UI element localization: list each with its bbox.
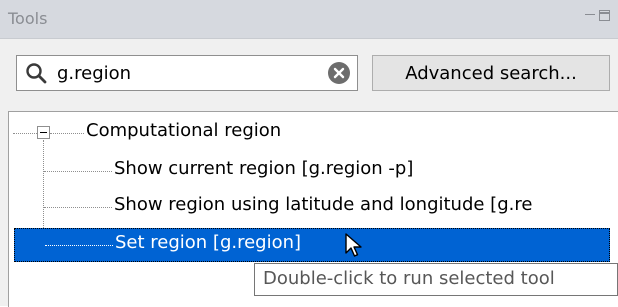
tools-panel: Tools Advanced search... [0,0,618,307]
tree-connector [50,133,84,134]
tree-item-label: Show region using latitude and longitude… [114,194,533,215]
search-row: Advanced search... [0,39,618,111]
maximize-icon[interactable] [599,10,610,21]
clear-search-icon[interactable] [328,62,350,84]
panel-title: Tools [8,9,48,28]
tree-connector [44,171,112,172]
mouse-cursor-icon [345,233,362,257]
tree-item-set-region[interactable]: Set region [g.region] [14,228,610,262]
minimize-icon[interactable] [585,14,595,18]
search-input[interactable] [57,60,307,86]
tree-connector [44,207,112,208]
tree-connector [45,245,113,246]
tree-item-label: Show current region [g.region -p] [114,158,414,179]
tooltip: Double-click to run selected tool [254,263,618,296]
tree-item-show-region-latlon[interactable]: Show region using latitude and longitude… [9,192,618,223]
tree-item-label: Set region [g.region] [115,232,302,253]
collapse-icon[interactable] [37,126,50,139]
tooltip-text: Double-click to run selected tool [263,268,555,289]
tree-item-show-current-region[interactable]: Show current region [g.region -p] [9,156,618,187]
tree-group-label: Computational region [86,120,282,141]
panel-titlebar: Tools [0,0,618,39]
advanced-search-button[interactable]: Advanced search... [372,55,610,91]
search-icon [26,63,47,84]
tree-group-computational-region[interactable]: Computational region [9,118,618,149]
search-box[interactable] [16,55,358,91]
